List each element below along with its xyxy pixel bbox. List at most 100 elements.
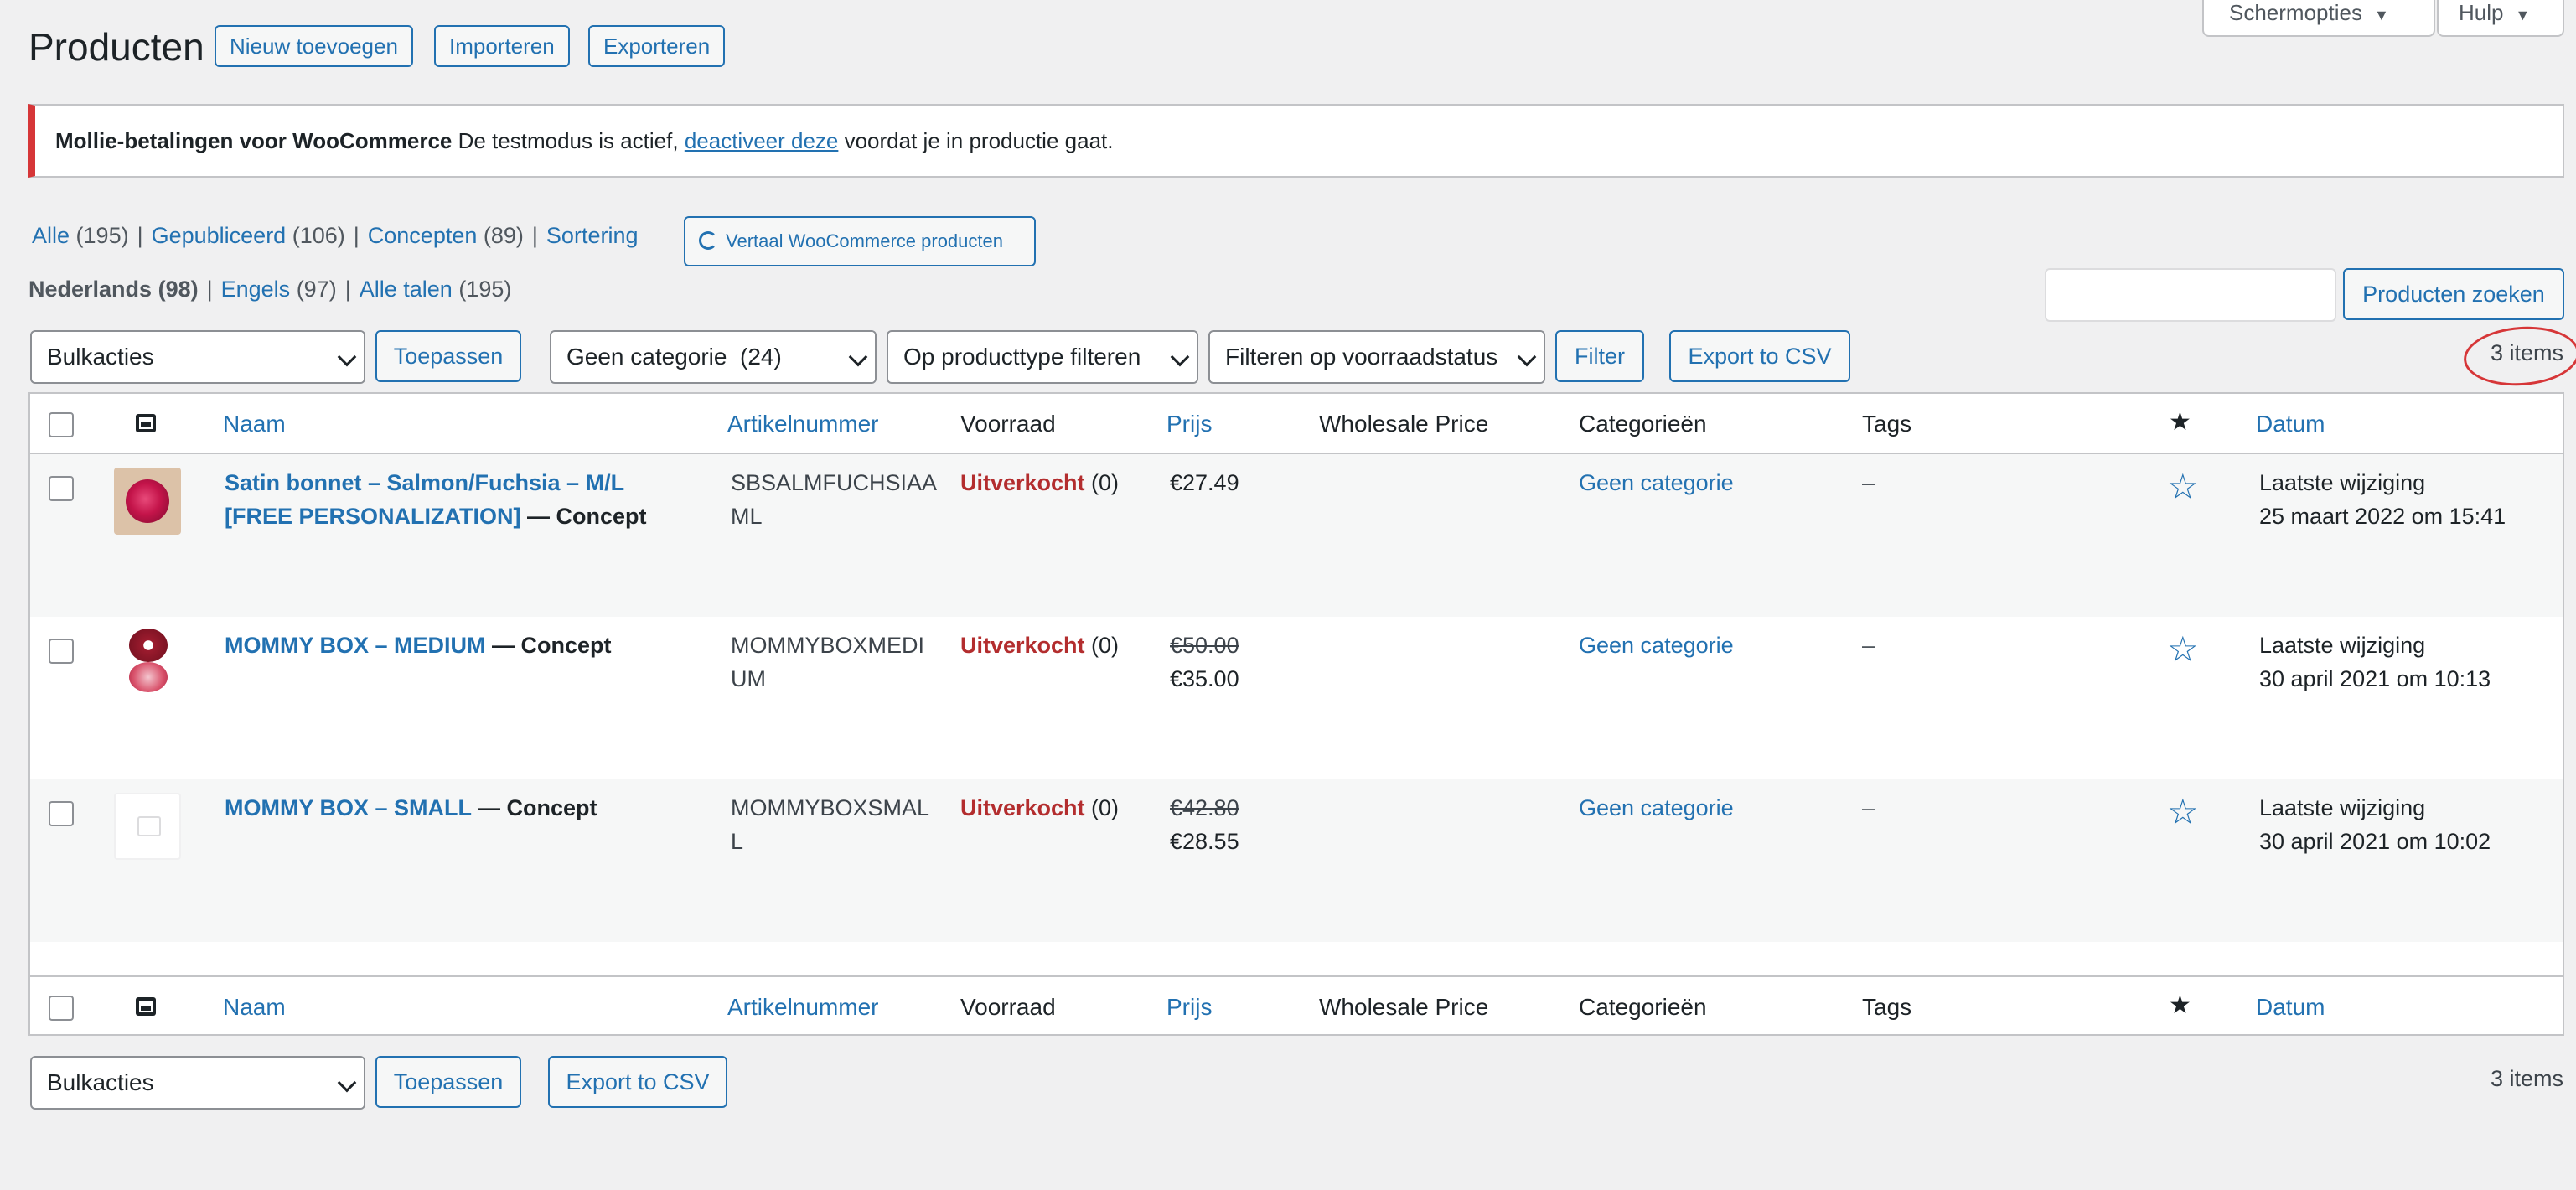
views-filter: Alle (195) | Gepubliceerd (106) | Concepten … xyxy=(32,223,639,248)
product-name-link[interactable]: MOMMY BOX – SMALL xyxy=(225,795,472,820)
lang-english-link[interactable]: Engels xyxy=(221,277,291,302)
product-name-link-line2[interactable]: [FREE PERSONALIZATION] xyxy=(225,504,521,529)
col-name[interactable]: Naam xyxy=(223,411,286,437)
featured-star-icon[interactable]: ☆ xyxy=(2167,469,2199,504)
annotation-circle xyxy=(2461,323,2576,390)
col-date-footer[interactable]: Datum xyxy=(2256,994,2325,1021)
featured-star-icon[interactable]: ☆ xyxy=(2167,794,2199,830)
sku-line1: MOMMYBOXMEDI xyxy=(731,633,925,658)
col-sku[interactable]: Artikelnummer xyxy=(727,411,878,437)
select-all-checkbox[interactable] xyxy=(49,412,74,437)
screen-options-label: Schermopties xyxy=(2229,0,2362,25)
row-checkbox[interactable] xyxy=(49,639,74,664)
view-all-link[interactable]: Alle xyxy=(32,223,70,248)
help-tab[interactable]: Hulp ▼ xyxy=(2437,0,2564,37)
date-label: Laatste wijziging xyxy=(2259,795,2426,820)
stock-count: (0) xyxy=(1084,795,1120,820)
view-published-count: (106) xyxy=(292,223,345,248)
sku-cell: MOMMYBOXMEDI UM xyxy=(731,629,949,696)
category-link[interactable]: Geen categorie xyxy=(1579,791,1734,825)
price-current: €27.49 xyxy=(1170,470,1239,495)
col-date[interactable]: Datum xyxy=(2256,411,2325,437)
product-thumbnail[interactable] xyxy=(114,627,181,694)
col-stock-footer: Voorraad xyxy=(960,994,1056,1020)
category-link[interactable]: Geen categorie xyxy=(1579,629,1734,662)
featured-star-icon[interactable]: ★ xyxy=(2169,407,2191,437)
bulk-actions-value: Bulkacties xyxy=(47,344,154,370)
price-sale: €28.55 xyxy=(1170,829,1239,854)
date-value: 30 april 2021 om 10:13 xyxy=(2259,666,2491,691)
tags-cell: – xyxy=(1862,470,1875,495)
sku-cell: SBSALMFUCHSIAA ML xyxy=(731,466,949,533)
export-csv-button[interactable]: Export to CSV xyxy=(1669,330,1850,382)
view-drafts-count: (89) xyxy=(483,223,524,248)
export-button[interactable]: Exporteren xyxy=(588,25,726,67)
bulk-actions-value: Bulkacties xyxy=(47,1069,154,1095)
product-name-link[interactable]: MOMMY BOX – MEDIUM xyxy=(225,633,486,658)
stock-cell: Uitverkocht (0) xyxy=(960,791,1119,825)
tags-cell: – xyxy=(1862,633,1875,658)
date-label: Laatste wijziging xyxy=(2259,633,2426,658)
screen-options-tab[interactable]: Schermopties ▼ xyxy=(2202,0,2435,37)
page-title: Producten xyxy=(28,25,204,69)
col-sku-footer[interactable]: Artikelnummer xyxy=(727,994,878,1021)
deactivate-link[interactable]: deactiveer deze xyxy=(685,128,839,153)
view-published-link[interactable]: Gepubliceerd xyxy=(152,223,287,248)
row-checkbox[interactable] xyxy=(49,801,74,826)
stock-count: (0) xyxy=(1084,633,1120,658)
select-all-checkbox-footer[interactable] xyxy=(49,996,74,1021)
apply-button-bottom[interactable]: Toepassen xyxy=(375,1056,521,1108)
translate-products-button[interactable]: Vertaal WooCommerce producten xyxy=(684,216,1036,266)
sku-cell: MOMMYBOXSMAL L xyxy=(731,791,949,858)
date-value: 30 april 2021 om 10:02 xyxy=(2259,829,2491,854)
image-icon xyxy=(136,414,156,432)
price-cell: €42.80 €28.55 xyxy=(1170,791,1239,858)
col-price[interactable]: Prijs xyxy=(1166,411,1212,437)
view-sorting-link[interactable]: Sortering xyxy=(546,223,639,248)
add-new-button[interactable]: Nieuw toevoegen xyxy=(215,25,413,67)
bulk-actions-select-bottom[interactable]: Bulkacties xyxy=(30,1056,365,1110)
col-price-footer[interactable]: Prijs xyxy=(1166,994,1212,1021)
table-row: MOMMY BOX – SMALL — Concept MOMMYBOXSMAL… xyxy=(30,779,2563,942)
bulk-actions-select[interactable]: Bulkacties xyxy=(30,330,365,384)
view-drafts-link[interactable]: Concepten xyxy=(368,223,478,248)
table-header: Naam Artikelnummer Voorraad Prijs Wholes… xyxy=(30,394,2563,454)
caret-down-icon: ▼ xyxy=(2515,7,2531,23)
product-thumbnail[interactable] xyxy=(114,468,181,535)
col-tags-footer: Tags xyxy=(1862,994,1912,1020)
status-label: — Concept xyxy=(485,633,612,658)
col-wholesale: Wholesale Price xyxy=(1319,411,1489,437)
mollie-notice: Mollie-betalingen voor WooCommerce De te… xyxy=(28,104,2564,178)
price-regular: €50.00 xyxy=(1170,633,1239,658)
product-type-select[interactable]: Op producttype filteren xyxy=(887,330,1198,384)
filter-button[interactable]: Filter xyxy=(1555,330,1644,382)
search-input[interactable] xyxy=(2045,268,2336,322)
apply-button[interactable]: Toepassen xyxy=(375,330,521,382)
product-name-link[interactable]: Satin bonnet – Salmon/Fuchsia – M/L xyxy=(225,470,624,495)
date-label: Laatste wijziging xyxy=(2259,470,2426,495)
category-select[interactable]: Geen categorie (24) xyxy=(550,330,877,384)
featured-star-icon[interactable]: ★ xyxy=(2169,991,2191,1020)
image-icon xyxy=(136,997,156,1016)
notice-title: Mollie-betalingen voor WooCommerce xyxy=(55,128,453,153)
product-name-cell: Satin bonnet – Salmon/Fuchsia – M/L [FRE… xyxy=(225,466,711,533)
featured-star-icon[interactable]: ☆ xyxy=(2167,632,2199,667)
export-csv-button-bottom[interactable]: Export to CSV xyxy=(548,1056,727,1108)
date-cell: Laatste wijziging 30 april 2021 om 10:13 xyxy=(2259,629,2491,696)
search-products-button[interactable]: Producten zoeken xyxy=(2343,268,2564,320)
stock-status: Uitverkocht xyxy=(960,633,1085,658)
tags-cell: – xyxy=(1862,795,1875,820)
lang-all-link[interactable]: Alle talen xyxy=(360,277,453,302)
stock-status-select[interactable]: Filteren op voorraadstatus xyxy=(1208,330,1545,384)
sku-line2: ML xyxy=(731,504,763,529)
product-thumbnail[interactable] xyxy=(114,793,181,860)
category-link[interactable]: Geen categorie xyxy=(1579,466,1734,499)
row-checkbox[interactable] xyxy=(49,476,74,501)
col-tags: Tags xyxy=(1862,411,1912,437)
product-type-value: Op producttype filteren xyxy=(903,344,1141,370)
stock-status: Uitverkocht xyxy=(960,470,1085,495)
sku-line2: L xyxy=(731,829,744,854)
col-name-footer[interactable]: Naam xyxy=(223,994,286,1021)
import-button[interactable]: Importeren xyxy=(434,25,570,67)
caret-down-icon: ▼ xyxy=(2373,7,2389,23)
